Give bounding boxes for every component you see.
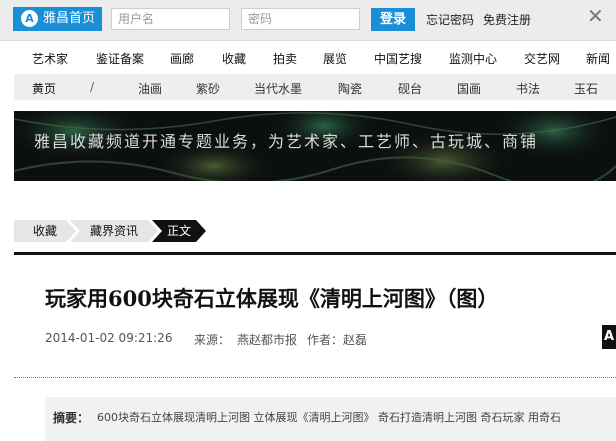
home-button[interactable]: A 雅昌首页 bbox=[13, 7, 102, 31]
author-value: 赵磊 bbox=[343, 333, 368, 347]
nav-item-exhibition[interactable]: 展览 bbox=[323, 50, 347, 67]
register-link[interactable]: 免费注册 bbox=[483, 11, 531, 28]
sub-nav-item-jade[interactable]: 玉石 bbox=[574, 80, 598, 97]
sub-nav-item-zisha[interactable]: 紫砂 bbox=[196, 80, 220, 97]
sub-nav-separator: / bbox=[90, 80, 95, 94]
username-placeholder: 用户名 bbox=[118, 12, 155, 26]
source-value[interactable]: 燕赵都市报 bbox=[237, 331, 297, 348]
font-size-button[interactable]: A bbox=[602, 325, 616, 349]
password-input[interactable]: 密码 bbox=[241, 8, 360, 30]
username-input[interactable]: 用户名 bbox=[111, 8, 230, 30]
nav-item-auction[interactable]: 拍卖 bbox=[273, 50, 297, 67]
breadcrumb-label: 藏界资讯 bbox=[89, 224, 138, 238]
breadcrumb-item-collection[interactable]: 收藏 bbox=[14, 220, 76, 242]
nav-item-art-search[interactable]: 中国艺搜 bbox=[374, 50, 422, 67]
sub-nav-item-guohua[interactable]: 国画 bbox=[457, 80, 481, 97]
sub-nav-item-ink[interactable]: 当代水墨 bbox=[254, 80, 302, 97]
nav-item-certification[interactable]: 鉴证备案 bbox=[96, 50, 144, 67]
breadcrumb-label: 正文 bbox=[166, 224, 191, 238]
sub-nav: 黄页 / 油画 紫砂 当代水墨 陶瓷 砚台 国画 书法 玉石 bbox=[14, 74, 616, 100]
nav-item-collection[interactable]: 收藏 bbox=[222, 50, 246, 67]
nav-item-monitoring[interactable]: 监测中心 bbox=[449, 50, 497, 67]
close-icon[interactable]: ✕ bbox=[587, 6, 604, 26]
promo-banner[interactable]: 雅昌收藏频道开通专题业务，为艺术家、工艺师、古玩城、商铺 bbox=[14, 111, 616, 181]
summary-text: 600块奇石立体展现清明上河图 立体展现《清明上河图》 奇石打造清明上河图 奇石… bbox=[97, 411, 561, 424]
sub-nav-item-ceramics[interactable]: 陶瓷 bbox=[338, 80, 362, 97]
top-bar: A 雅昌首页 用户名 密码 登录 忘记密码 免费注册 ✕ bbox=[0, 0, 616, 41]
article-summary: 摘要： 600块奇石立体展现清明上河图 立体展现《清明上河图》 奇石打造清明上河… bbox=[45, 397, 616, 441]
nav-item-gallery[interactable]: 画廊 bbox=[170, 50, 194, 67]
breadcrumb-label: 收藏 bbox=[32, 224, 57, 238]
artron-logo-icon: A bbox=[21, 10, 38, 27]
sub-nav-item-calligraphy[interactable]: 书法 bbox=[516, 80, 540, 97]
article-datetime: 2014-01-02 09:21:26 bbox=[45, 331, 173, 345]
sub-nav-yellow-pages[interactable]: 黄页 bbox=[32, 80, 56, 97]
main-nav: 艺术家 鉴证备案 画廊 收藏 拍卖 展览 中国艺搜 监测中心 交艺网 新闻 bbox=[0, 44, 616, 72]
forgot-password-link[interactable]: 忘记密码 bbox=[426, 11, 474, 28]
login-button[interactable]: 登录 bbox=[371, 8, 415, 31]
breadcrumb-item-news[interactable]: 藏界资讯 bbox=[70, 220, 158, 242]
author-label: 作者： bbox=[307, 333, 344, 347]
source-label: 来源： bbox=[194, 333, 231, 347]
home-button-label: 雅昌首页 bbox=[43, 11, 96, 26]
sub-nav-item-inkstone[interactable]: 砚台 bbox=[398, 80, 422, 97]
summary-label: 摘要： bbox=[53, 411, 90, 425]
dotted-divider bbox=[14, 377, 616, 378]
password-placeholder: 密码 bbox=[248, 12, 273, 26]
article-title: 玩家用600块奇石立体展现《清明上河图》（图） bbox=[45, 286, 499, 311]
nav-item-jiaoyi[interactable]: 交艺网 bbox=[524, 50, 560, 67]
header-rule bbox=[14, 252, 616, 255]
banner-text: 雅昌收藏频道开通专题业务，为艺术家、工艺师、古玩城、商铺 bbox=[34, 132, 539, 151]
breadcrumb-item-current: 正文 bbox=[152, 220, 206, 242]
sub-nav-item-oil-painting[interactable]: 油画 bbox=[138, 80, 162, 97]
nav-item-artists[interactable]: 艺术家 bbox=[32, 50, 68, 67]
nav-item-news[interactable]: 新闻 bbox=[586, 50, 610, 67]
